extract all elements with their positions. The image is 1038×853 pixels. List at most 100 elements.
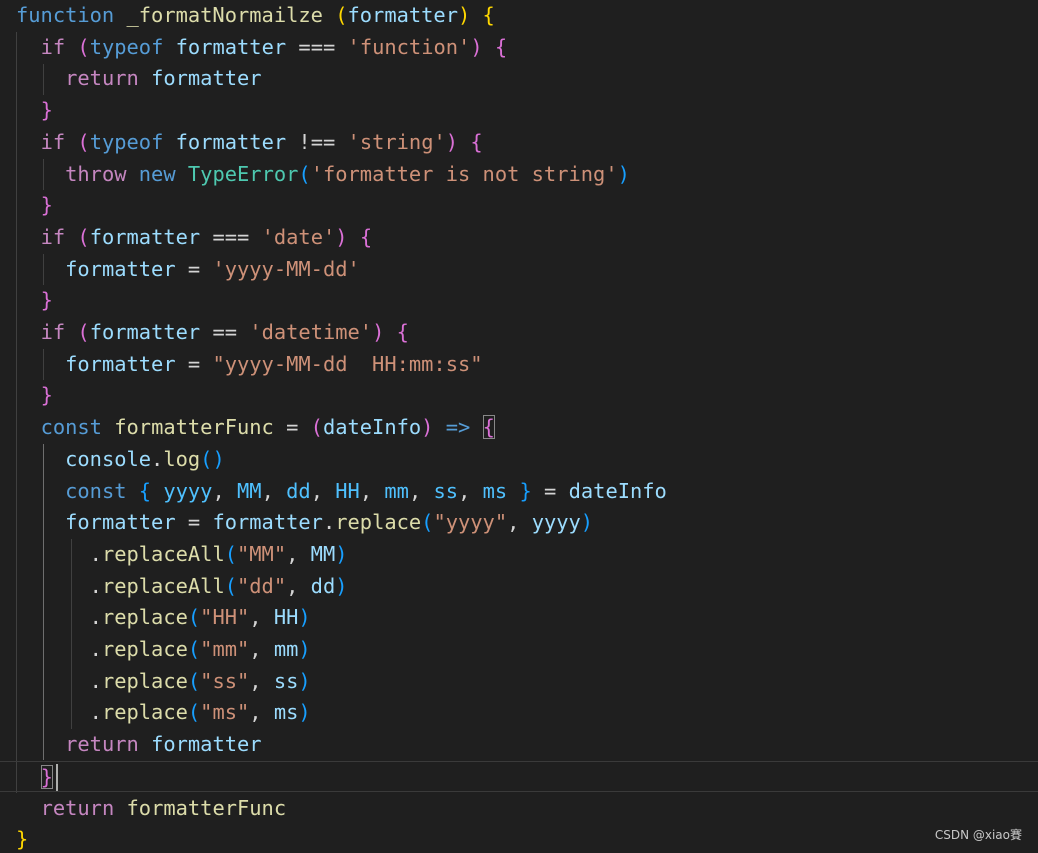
code-line[interactable]: return formatter xyxy=(16,729,1038,761)
code-token: ) xyxy=(298,605,311,630)
code-token: ( xyxy=(335,3,348,27)
code-line[interactable]: .replaceAll("dd", dd) xyxy=(16,571,1038,603)
code-token: } xyxy=(40,193,53,218)
code-line[interactable]: const formatterFunc = (dateInfo) => { xyxy=(16,412,1038,444)
code-token: { xyxy=(482,3,495,27)
code-token: function xyxy=(16,3,115,27)
code-token: . xyxy=(89,668,102,693)
code-line[interactable]: .replace("ms", ms) xyxy=(16,697,1038,729)
code-line[interactable]: if (typeof formatter === 'function') { xyxy=(16,32,1038,64)
code-line[interactable]: return formatter xyxy=(16,63,1038,95)
code-editor[interactable]: function _formatNormailze (formatter) { … xyxy=(0,0,1038,853)
code-line[interactable]: } xyxy=(16,95,1038,127)
code-token: 'function' xyxy=(347,34,471,59)
code-token: == xyxy=(212,320,238,344)
code-token: if xyxy=(40,34,66,59)
code-token: ( xyxy=(77,34,90,59)
code-token: = xyxy=(187,510,201,535)
code-token: 'formatter is not string' xyxy=(310,161,618,186)
code-token: ) xyxy=(335,224,348,249)
code-token: } xyxy=(40,288,53,313)
code-line[interactable]: if (formatter == 'datetime') { xyxy=(16,317,1038,349)
text-cursor xyxy=(56,764,58,791)
code-line[interactable]: function _formatNormailze (formatter) { xyxy=(16,0,1038,32)
code-token: dd xyxy=(310,573,336,598)
code-token: ( xyxy=(77,320,90,344)
code-token: formatter xyxy=(347,3,458,27)
code-line[interactable]: .replace("HH", HH) xyxy=(16,602,1038,634)
code-line[interactable]: } xyxy=(16,380,1038,412)
code-line[interactable]: } xyxy=(16,824,1038,853)
code-line[interactable]: .replace("ss", ss) xyxy=(16,666,1038,698)
code-whitespace: , xyxy=(212,478,238,503)
code-token: . xyxy=(89,605,102,630)
code-line[interactable]: formatter = 'yyyy-MM-dd' xyxy=(16,254,1038,286)
code-line[interactable]: throw new TypeError('formatter is not st… xyxy=(16,159,1038,191)
code-token: "ss" xyxy=(200,668,250,693)
code-token: formatterFunc xyxy=(126,795,287,820)
code-line[interactable]: if (typeof formatter !== 'string') { xyxy=(16,127,1038,159)
code-line[interactable]: const { yyyy, MM, dd, HH, mm, ss, ms } =… xyxy=(16,476,1038,508)
code-token: ss xyxy=(433,478,459,503)
code-token: formatter xyxy=(65,256,176,281)
code-token: ( xyxy=(224,573,237,598)
code-token: replace xyxy=(101,700,188,725)
code-token: mm xyxy=(384,478,409,503)
code-token: formatter xyxy=(151,66,262,91)
code-line[interactable]: console.log() xyxy=(16,444,1038,476)
code-token: formatter xyxy=(175,34,287,59)
code-whitespace: , xyxy=(249,637,274,661)
code-token: formatterFunc xyxy=(114,415,274,440)
code-line[interactable]: } xyxy=(16,285,1038,317)
code-line[interactable]: } xyxy=(16,190,1038,222)
code-token: ( xyxy=(187,605,201,630)
code-line[interactable]: return formatterFunc xyxy=(16,793,1038,825)
code-token: const xyxy=(40,415,102,440)
code-token: TypeError xyxy=(187,161,299,186)
code-token: mm xyxy=(273,637,299,661)
code-token: () xyxy=(200,446,225,471)
code-token: MM xyxy=(310,541,336,566)
code-token: yyyy xyxy=(163,478,213,503)
code-token: 'string' xyxy=(347,129,446,154)
code-line[interactable]: if (formatter === 'date') { xyxy=(16,222,1038,254)
code-token: ( xyxy=(421,510,434,535)
code-whitespace: , xyxy=(310,478,336,503)
code-token: typeof xyxy=(89,34,164,59)
code-line[interactable]: formatter = "yyyy-MM-dd HH:mm:ss" xyxy=(16,349,1038,381)
code-token: ms xyxy=(273,700,299,725)
code-token: ) xyxy=(335,573,348,598)
code-token: formatter xyxy=(65,351,176,376)
code-token: ( xyxy=(187,637,201,661)
code-line[interactable]: formatter = formatter.replace("yyyy", yy… xyxy=(16,507,1038,539)
code-line[interactable]: .replace("mm", mm) xyxy=(16,634,1038,666)
code-token: ( xyxy=(224,541,237,566)
code-line[interactable]: .replaceAll("MM", MM) xyxy=(16,539,1038,571)
code-token: formatter xyxy=(212,510,323,535)
code-token: const xyxy=(65,478,127,503)
code-line[interactable]: } xyxy=(0,760,1038,793)
code-whitespace: , xyxy=(261,478,287,503)
